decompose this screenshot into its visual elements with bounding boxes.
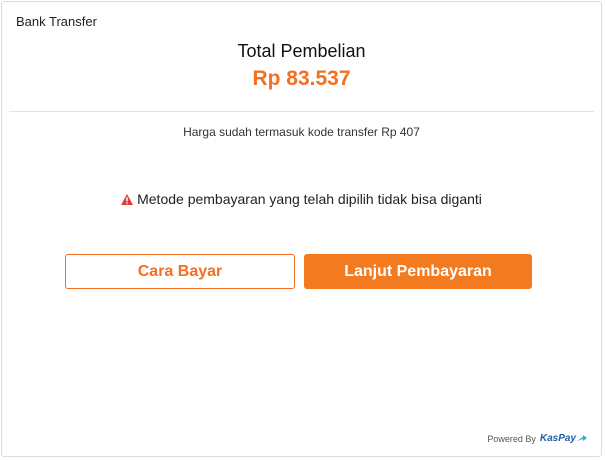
powered-by: Powered By KasPay [487,433,587,444]
kaspay-logo: KasPay [540,433,587,444]
total-amount: Rp 83.537 [252,67,351,90]
divider [9,111,594,112]
warning-triangle-icon [121,194,134,205]
kaspay-arrow-icon [577,434,587,441]
warning-message: Metode pembayaran yang telah dipilih tid… [2,191,601,207]
kaspay-brand-text: KasPay [539,433,576,444]
continue-payment-button[interactable]: Lanjut Pembayaran [304,254,532,289]
how-to-pay-button[interactable]: Cara Bayar [65,254,295,289]
powered-by-label: Powered By [487,433,536,444]
payment-method-title: Bank Transfer [16,14,97,29]
transfer-code-note: Harga sudah termasuk kode transfer Rp 40… [183,125,420,139]
payment-card: Bank Transfer Total Pembelian Rp 83.537 … [1,1,602,457]
total-label: Total Pembelian [237,41,366,61]
warning-text: Metode pembayaran yang telah dipilih tid… [137,191,482,207]
